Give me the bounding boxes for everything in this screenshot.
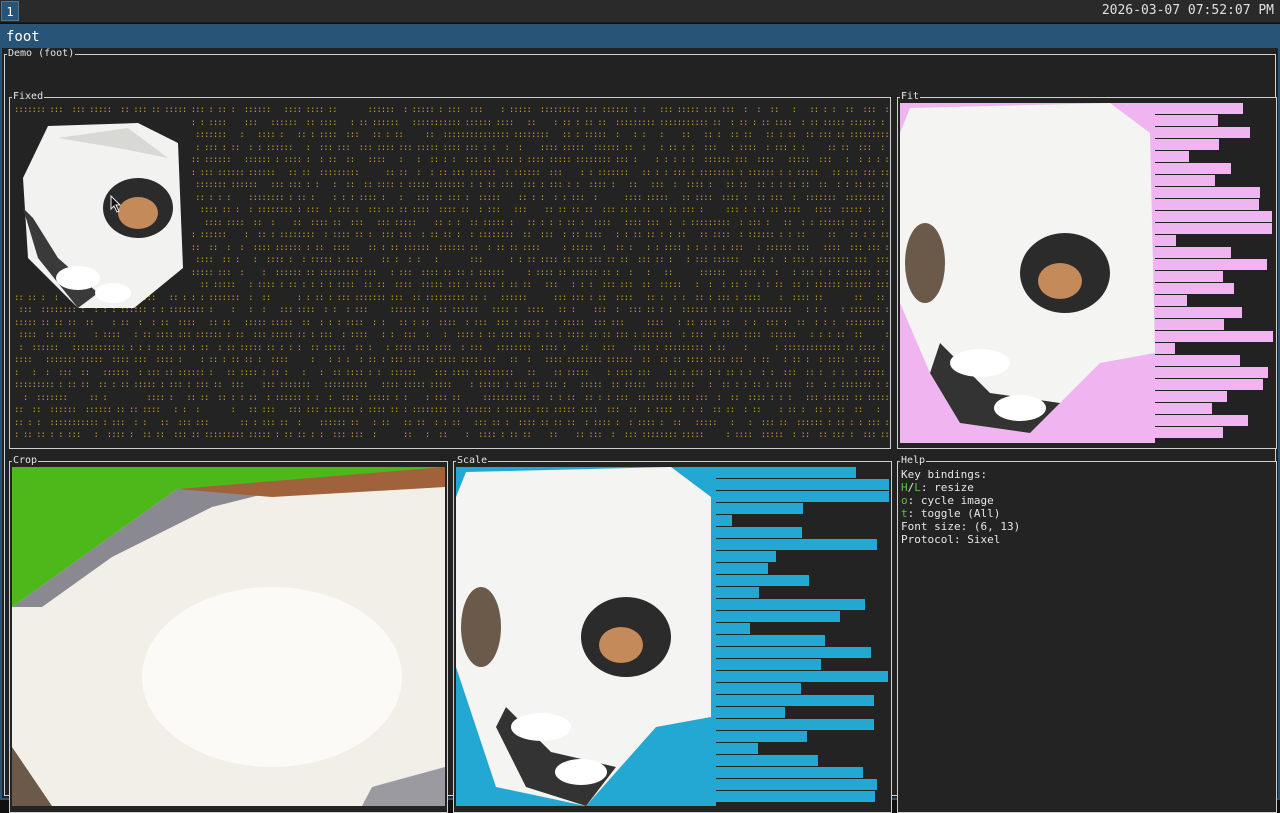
cat-image-crop xyxy=(12,467,445,806)
demo-title: Demo (foot) xyxy=(7,48,76,60)
panel-scale-title: Scale xyxy=(456,455,489,467)
demo-container: Demo (foot) Fixed ::::::: ::: ::: ::::: … xyxy=(4,48,1277,813)
help-font-size: Font size: (6, 13) xyxy=(901,520,1021,533)
panel-crop-title: Crop xyxy=(12,455,39,467)
workspace-indicator[interactable]: 1 xyxy=(1,1,19,21)
panel-help-title: Help xyxy=(900,455,927,467)
help-text: Key bindings: H/L: resize o: cycle image… xyxy=(901,468,1020,546)
top-bar: 1 2026-03-07 07:52:07 PM xyxy=(0,0,1280,23)
terminal-window: foot Demo (foot) Fixed ::::::: ::: ::: :… xyxy=(0,24,1280,813)
clock: 2026-03-07 07:52:07 PM xyxy=(1101,3,1274,18)
help-protocol: Protocol: Sixel xyxy=(901,533,1001,546)
help-binding-cycle: o: cycle image xyxy=(901,494,994,507)
panel-help: Help Key bindings: H/L: resize o: cycle … xyxy=(897,455,1277,813)
panel-fixed: Fixed ::::::: ::: ::: ::::: :: ::: :: ::… xyxy=(9,91,891,449)
help-heading: Key bindings: xyxy=(901,468,988,481)
window-title[interactable]: foot xyxy=(2,26,1278,48)
mouse-pointer-icon xyxy=(110,195,122,213)
cat-image-fit xyxy=(900,103,1273,443)
help-binding-resize: H/L: resize xyxy=(901,481,974,494)
panel-crop: Crop xyxy=(9,455,448,813)
panel-fit: Fit xyxy=(897,91,1277,449)
panel-scale: Scale xyxy=(453,455,892,813)
help-binding-toggle: t: toggle (All) xyxy=(901,507,1001,520)
panel-fit-title: Fit xyxy=(900,91,921,103)
cat-image-scale xyxy=(456,467,889,806)
cat-image-fixed xyxy=(23,123,183,308)
